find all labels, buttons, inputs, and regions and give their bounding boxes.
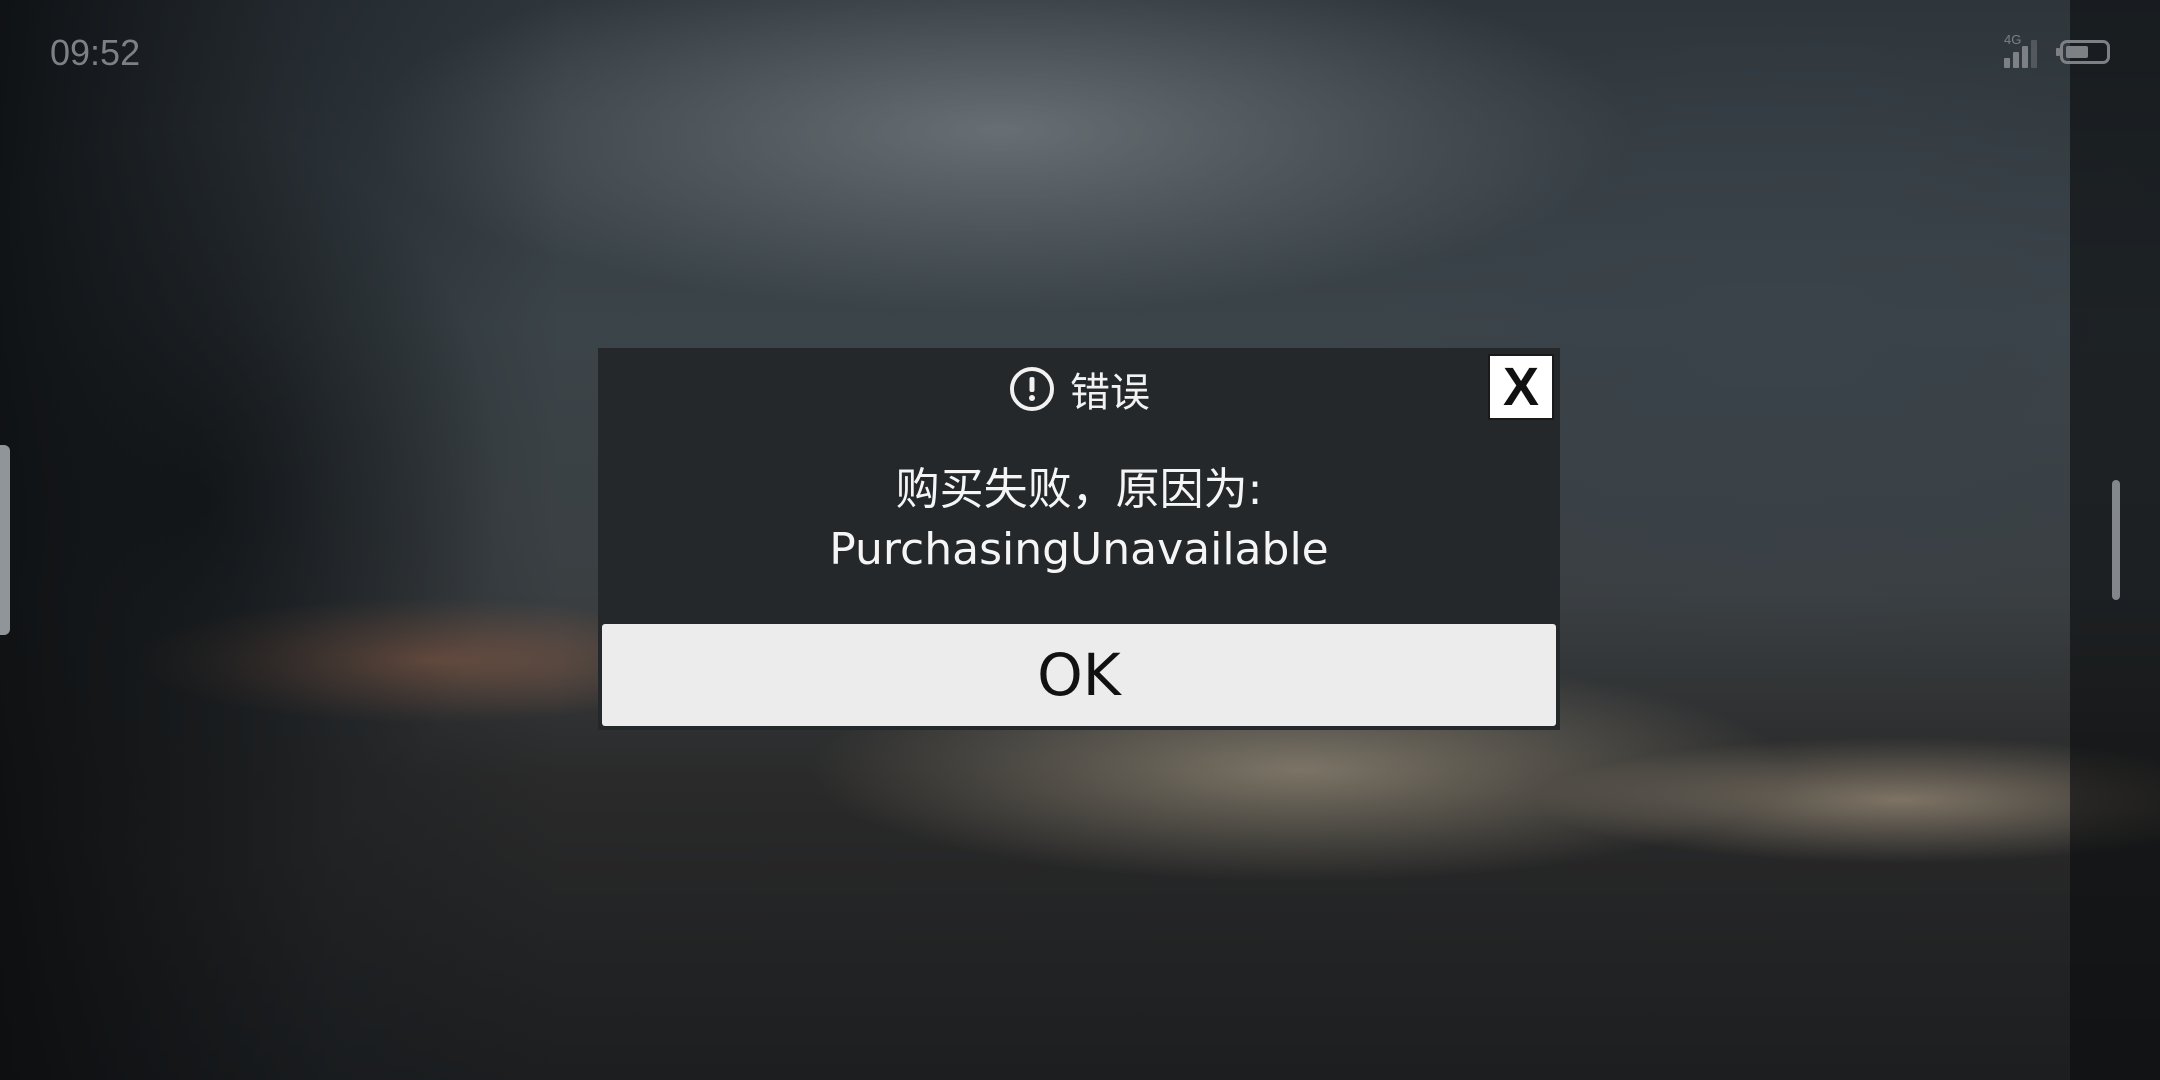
ok-button[interactable]: OK: [602, 624, 1556, 726]
left-edge-handle[interactable]: [0, 445, 10, 635]
battery-icon: [2056, 40, 2110, 64]
alert-icon: [1010, 367, 1054, 411]
message-line-1: 购买失败，原因为:: [895, 464, 1263, 515]
background-shade: [0, 0, 560, 1080]
close-button[interactable]: X: [1488, 354, 1554, 420]
message-line-2: PurchasingUnavailable: [829, 524, 1329, 575]
status-icons: 4G: [2004, 32, 2110, 68]
dialog-title: 错误: [1070, 370, 1150, 416]
battery-level: [2066, 46, 2088, 58]
game-screen: 09:52 4G 错误 X 购买失败，原因为: PurchasingUnavai…: [0, 0, 2160, 1080]
dialog-header: 错误: [598, 360, 1560, 418]
signal-icon: 4G: [2004, 32, 2042, 68]
error-dialog: 错误 X 购买失败，原因为: PurchasingUnavailable OK: [598, 348, 1560, 730]
status-time: 09:52: [50, 32, 141, 73]
right-edge-handle[interactable]: [2112, 480, 2120, 600]
network-type: 4G: [2004, 32, 2022, 47]
dialog-message: 购买失败，原因为: PurchasingUnavailable: [598, 460, 1560, 580]
